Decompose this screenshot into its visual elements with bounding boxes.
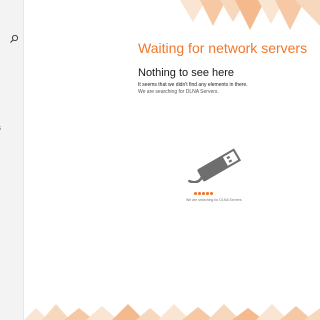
sidebar-item-label[interactable]: ces — [0, 125, 1, 132]
empty-state-description: It seems that we didn't find any element… — [138, 82, 248, 88]
progress-dot — [202, 192, 205, 195]
status-title: Waiting for network servers — [138, 40, 308, 56]
progress-dot — [210, 192, 213, 195]
empty-state-heading: Nothing to see here — [138, 67, 235, 79]
top-decoration-band — [180, 0, 320, 30]
progress-dot — [198, 192, 201, 195]
progress-indicator — [194, 192, 213, 195]
progress-text: We are searching for DLNA Servers — [186, 198, 242, 202]
progress-dot — [206, 192, 209, 195]
sidebar: ces — [0, 0, 24, 320]
progress-dot — [194, 192, 197, 195]
bottom-decoration-band — [24, 304, 320, 320]
usb-plug-icon — [182, 145, 244, 183]
empty-state-subdescription: We are searching for DLNA Servers. — [138, 89, 219, 95]
search-icon[interactable] — [9, 34, 19, 44]
